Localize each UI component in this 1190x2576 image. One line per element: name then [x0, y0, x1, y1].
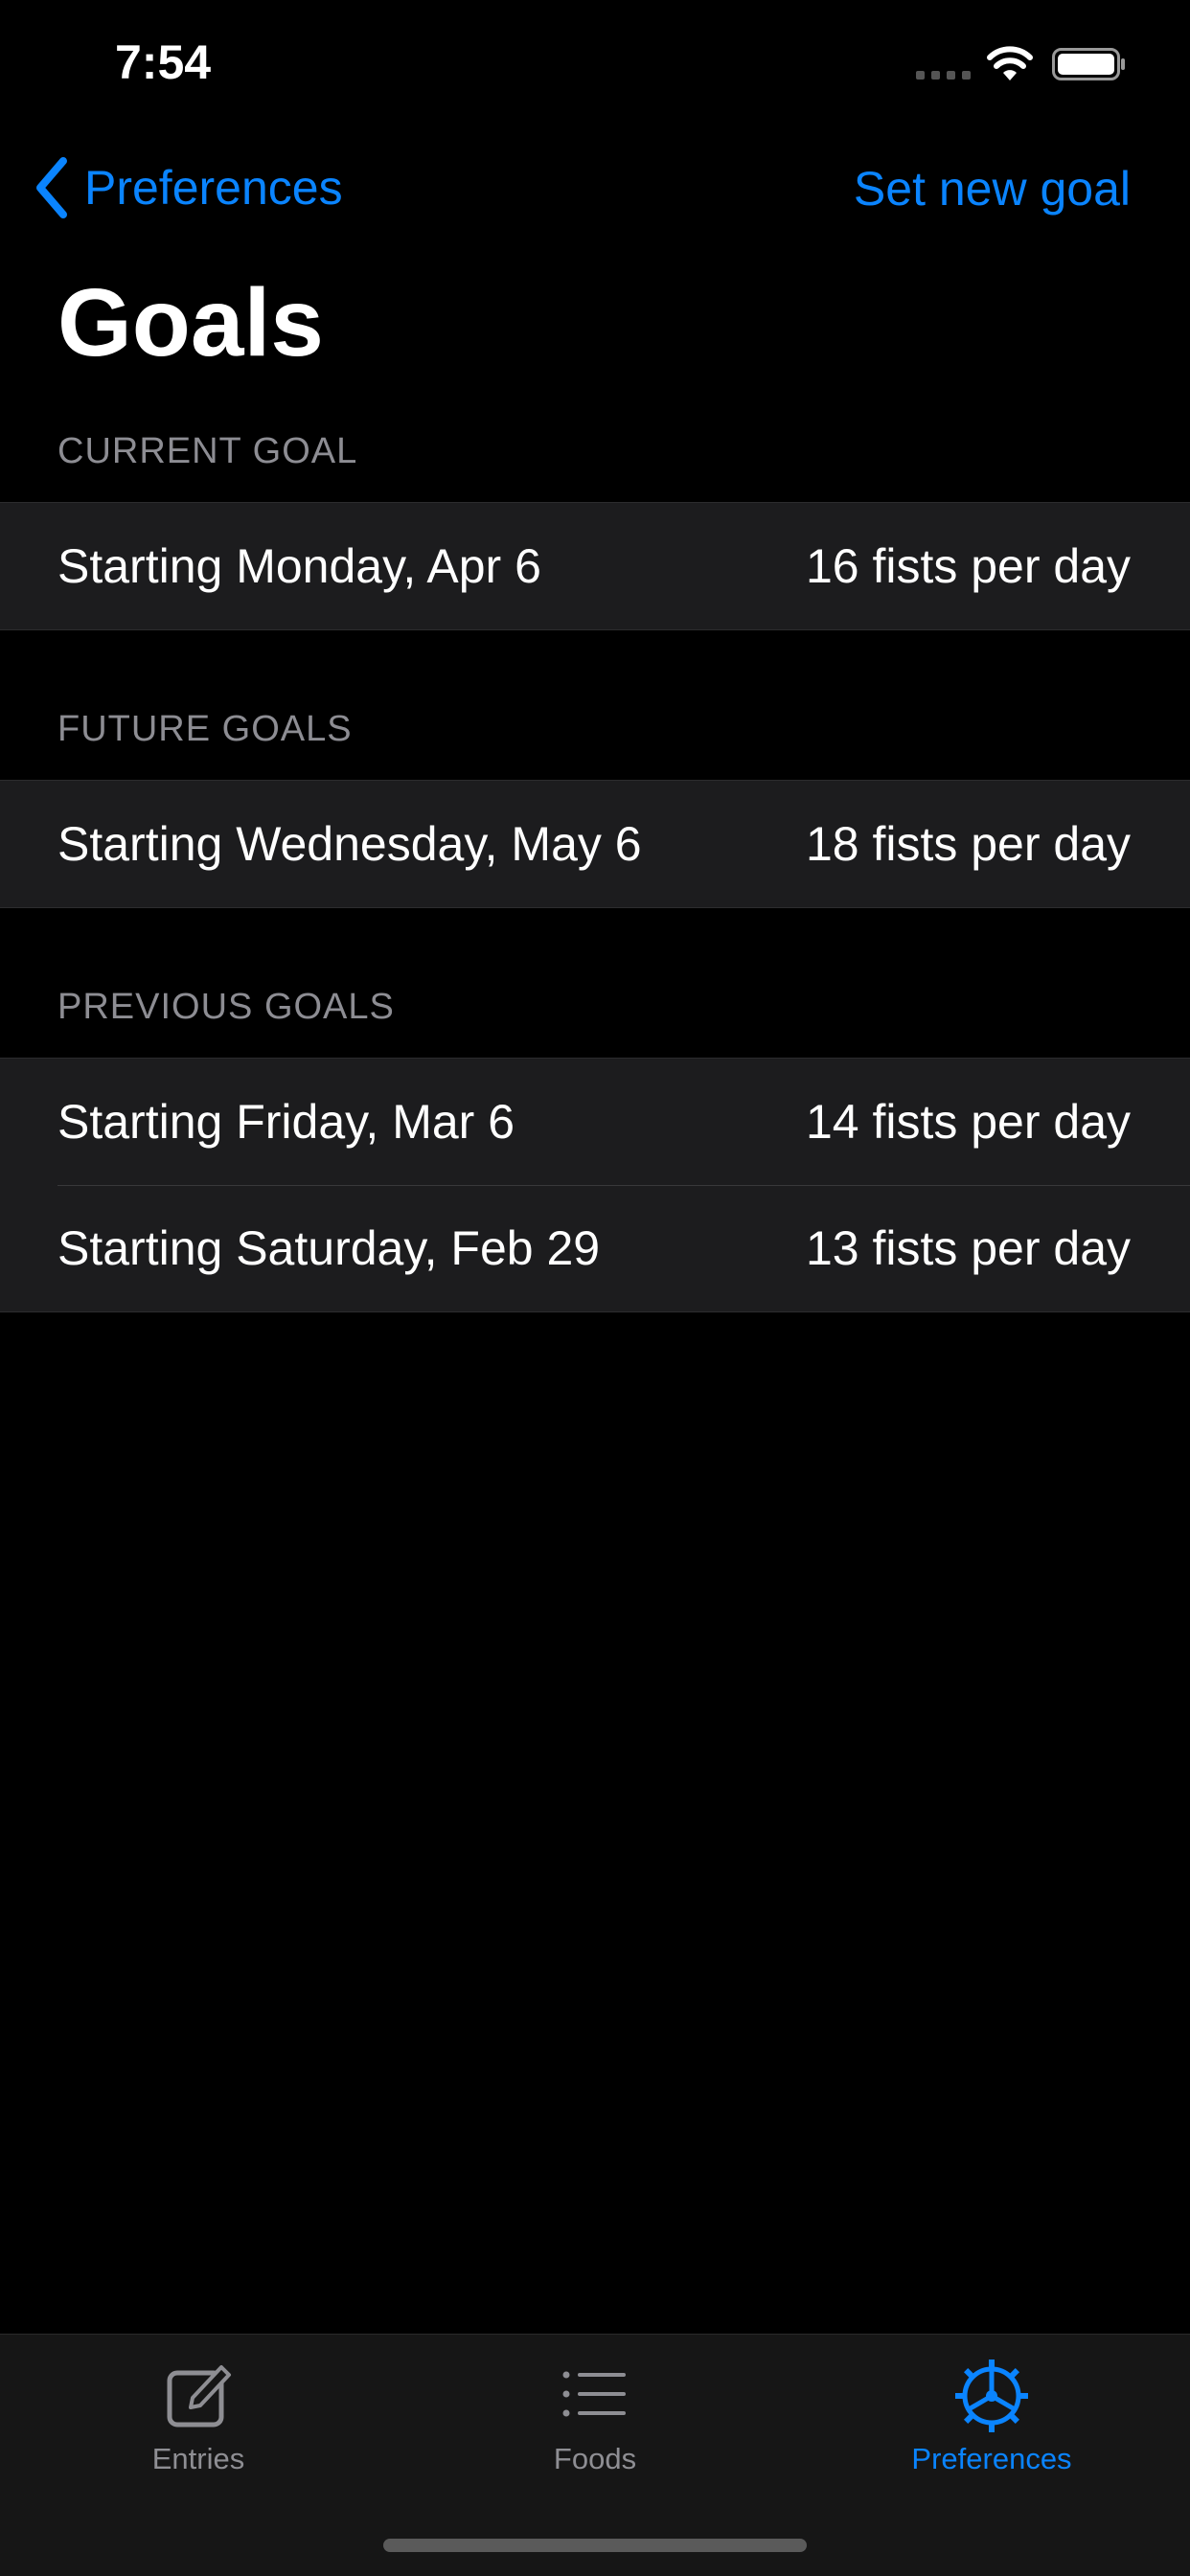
gear-icon [955, 2359, 1028, 2432]
navigation-bar: Preferences Set new goal [0, 134, 1190, 249]
goal-row[interactable]: Starting Saturday, Feb 29 13 fists per d… [0, 1185, 1190, 1311]
current-goal-group: Starting Monday, Apr 6 16 fists per day [0, 502, 1190, 630]
goal-start-label: Starting Saturday, Feb 29 [57, 1221, 601, 1275]
section-header-current-goal: CURRENT GOAL [57, 431, 358, 471]
goal-start-label: Starting Monday, Apr 6 [57, 539, 541, 593]
future-goals-group: Starting Wednesday, May 6 18 fists per d… [0, 780, 1190, 908]
goal-value: 16 fists per day [805, 539, 1131, 593]
tab-label: Foods [553, 2442, 637, 2475]
goal-row[interactable]: Starting Monday, Apr 6 16 fists per day [0, 503, 1190, 629]
goal-start-label: Starting Friday, Mar 6 [57, 1095, 515, 1149]
back-button-label: Preferences [84, 161, 343, 215]
home-indicator [383, 2539, 807, 2552]
tab-label: Entries [151, 2442, 245, 2475]
tab-label: Preferences [911, 2442, 1072, 2475]
status-bar: 7:54 [0, 0, 1190, 134]
compose-icon [167, 2365, 231, 2428]
section-header-future-goals: FUTURE GOALS [57, 709, 353, 749]
goal-value: 13 fists per day [805, 1221, 1131, 1275]
goal-row[interactable]: Starting Friday, Mar 6 14 fists per day [0, 1059, 1190, 1185]
status-time: 7:54 [115, 35, 212, 89]
tab-foods[interactable]: Foods [397, 2335, 793, 2497]
page-title: Goals [57, 269, 324, 376]
list-icon [562, 2371, 626, 2417]
goal-start-label: Starting Wednesday, May 6 [57, 817, 642, 871]
wifi-icon [987, 46, 1033, 80]
section-header-previous-goals: PREVIOUS GOALS [57, 987, 395, 1027]
back-button[interactable]: Preferences [34, 157, 343, 218]
cellular-signal-icon [916, 71, 972, 80]
tab-entries[interactable]: Entries [0, 2335, 397, 2497]
set-new-goal-button[interactable]: Set new goal [854, 161, 1131, 217]
goal-row[interactable]: Starting Wednesday, May 6 18 fists per d… [0, 781, 1190, 907]
goal-value: 18 fists per day [805, 817, 1131, 871]
battery-icon [1052, 48, 1125, 80]
goal-value: 14 fists per day [805, 1095, 1131, 1149]
tab-preferences[interactable]: Preferences [793, 2335, 1190, 2497]
previous-goals-group: Starting Friday, Mar 6 14 fists per day … [0, 1058, 1190, 1312]
chevron-left-icon [36, 157, 67, 218]
